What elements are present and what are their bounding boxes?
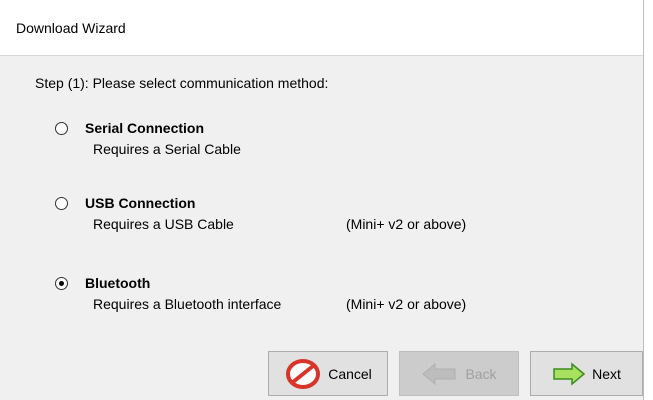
option-description: Requires a Serial Cable: [93, 141, 241, 157]
option-description: Requires a USB Cable: [93, 216, 234, 232]
serial-radio-button[interactable]: [55, 122, 68, 135]
back-button[interactable]: Back: [399, 351, 519, 396]
window-title: Download Wizard: [16, 20, 126, 36]
step-instruction: Step (1): Please select communication me…: [35, 75, 329, 91]
back-arrow-icon: [421, 362, 459, 386]
option-bluetooth[interactable]: Bluetooth Requires a Bluetooth interface…: [55, 275, 615, 319]
cancel-button[interactable]: Cancel: [268, 351, 388, 396]
next-button[interactable]: Next: [530, 351, 643, 396]
cancel-icon: [284, 358, 322, 390]
usb-radio-button[interactable]: [55, 197, 68, 210]
option-description: Requires a Bluetooth interface: [93, 296, 282, 312]
window-edge: [643, 0, 653, 400]
title-bar: Download Wizard: [0, 0, 644, 56]
back-button-label: Back: [465, 365, 497, 382]
option-usb-connection[interactable]: USB Connection Requires a USB Cable (Min…: [55, 195, 615, 239]
cancel-button-label: Cancel: [328, 365, 372, 382]
option-label: USB Connection: [85, 195, 196, 211]
option-label: Bluetooth: [85, 275, 151, 291]
option-label: Serial Connection: [85, 120, 205, 136]
next-arrow-icon: [552, 361, 586, 386]
option-requirement-note: (Mini+ v2 or above): [346, 216, 467, 232]
download-wizard-window: Download Wizard Step (1): Please select …: [0, 0, 653, 400]
next-button-label: Next: [592, 365, 621, 382]
option-requirement-note: (Mini+ v2 or above): [346, 296, 467, 312]
option-serial-connection[interactable]: Serial Connection Requires a Serial Cabl…: [55, 120, 615, 164]
bluetooth-radio-button[interactable]: [55, 277, 68, 290]
